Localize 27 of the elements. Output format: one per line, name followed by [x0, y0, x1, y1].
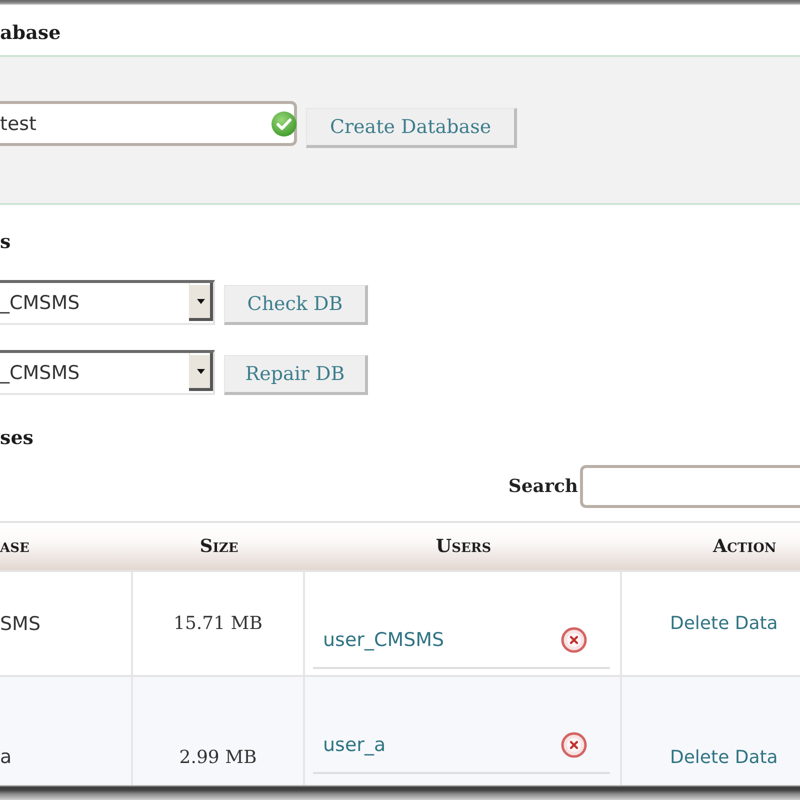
column-header[interactable]: Action	[713, 536, 776, 557]
section-heading: abase	[0, 21, 61, 45]
search-label: Search	[508, 476, 578, 497]
column-header[interactable]: Size	[200, 536, 238, 557]
x-circle-icon[interactable]	[561, 627, 587, 653]
user-link[interactable]: user_CMSMS	[323, 628, 444, 652]
delete-database-link[interactable]: Delete Data	[670, 613, 778, 634]
x-circle-icon[interactable]	[561, 732, 587, 758]
check-db-button[interactable]: Check DB	[224, 285, 368, 325]
create-database-button[interactable]: Create Database	[306, 108, 517, 148]
table-cell: a	[0, 746, 12, 768]
user-link[interactable]: user_a	[323, 733, 386, 757]
database-name-field[interactable]: test	[0, 101, 297, 146]
caret-icon	[189, 353, 213, 391]
table-cell: SMS	[0, 612, 41, 634]
column-header[interactable]: Users	[436, 536, 492, 557]
column-header[interactable]: ase	[0, 536, 30, 557]
delete-database-link[interactable]: Delete Data	[670, 746, 778, 768]
repair-db-button[interactable]: Repair DB	[224, 355, 368, 395]
section-heading: s	[0, 230, 11, 254]
database-select[interactable]: _CMSMS	[0, 280, 215, 325]
table-cell: 2.99 MB	[179, 746, 257, 768]
section-heading: ses	[0, 426, 34, 450]
database-select[interactable]: _CMSMS	[0, 350, 215, 395]
table-cell: 15.71 MB	[174, 613, 262, 634]
search-field[interactable]	[580, 465, 800, 508]
caret-icon	[189, 283, 213, 321]
